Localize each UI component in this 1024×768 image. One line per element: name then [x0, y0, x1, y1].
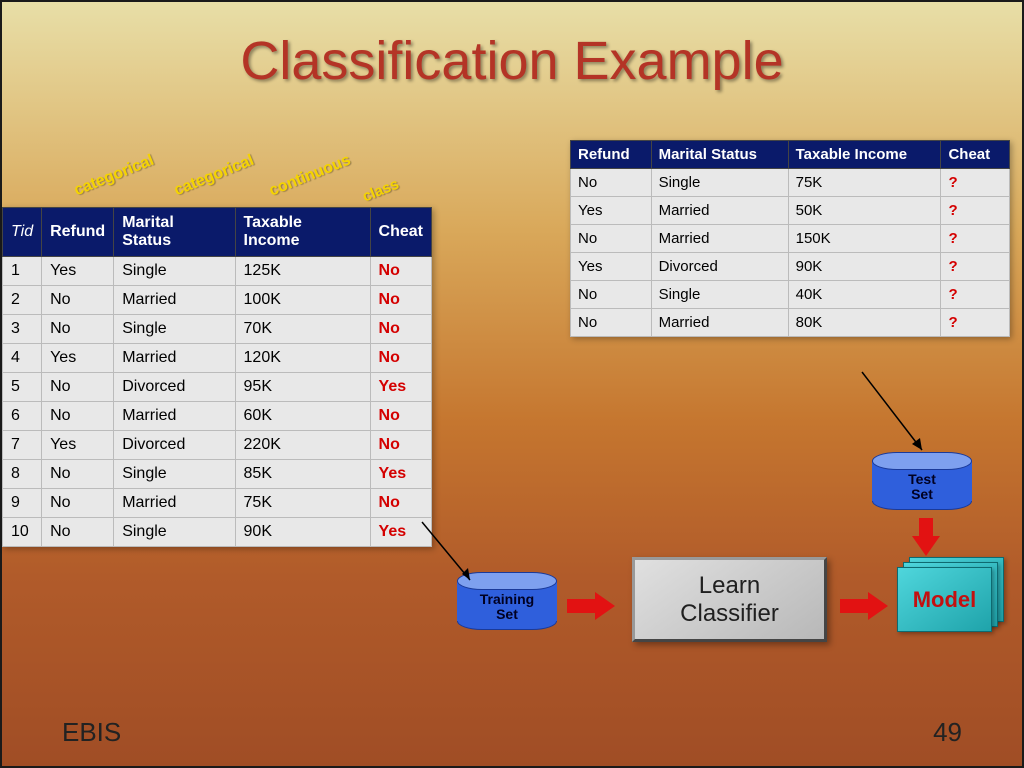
table-row: NoSingle75K?: [571, 169, 1010, 197]
table-row: 3NoSingle70KNo: [3, 315, 432, 344]
test-table: Refund Marital Status Taxable Income Che…: [570, 140, 1010, 337]
table-row: YesDivorced90K?: [571, 253, 1010, 281]
footer-left: EBIS: [62, 717, 121, 748]
table-row: NoMarried80K?: [571, 309, 1010, 337]
test-set-label: TestSet: [872, 472, 972, 503]
table-row: 4YesMarried120KNo: [3, 344, 432, 373]
learn-classifier-box: LearnClassifier: [632, 557, 827, 642]
table-row: 9NoMarried75KNo: [3, 489, 432, 518]
annotation-categorical-2: categorical: [172, 152, 257, 200]
arrow-training-to-learn: [567, 592, 615, 620]
arrow-test-to-model: [912, 518, 940, 556]
table-row: 1YesSingle125KNo: [3, 257, 432, 286]
th-marital: Marital Status: [114, 208, 235, 257]
th-cheat: Cheat: [370, 208, 431, 257]
annotation-continuous: continuous: [267, 152, 354, 201]
table-row: 8NoSingle85KYes: [3, 460, 432, 489]
th-income: Taxable Income: [788, 141, 941, 169]
th-marital: Marital Status: [651, 141, 788, 169]
table-row: NoMarried150K?: [571, 225, 1010, 253]
annotation-class: class: [360, 176, 401, 206]
table-row: YesMarried50K?: [571, 197, 1010, 225]
table-row: NoSingle40K?: [571, 281, 1010, 309]
footer-right: 49: [933, 717, 962, 748]
training-table: Tid Refund Marital Status Taxable Income…: [2, 207, 432, 547]
slide-title: Classification Example: [2, 30, 1022, 92]
th-refund: Refund: [571, 141, 652, 169]
table-row: 10NoSingle90KYes: [3, 518, 432, 547]
th-cheat: Cheat: [941, 141, 1010, 169]
th-refund: Refund: [42, 208, 114, 257]
th-tid: Tid: [3, 208, 42, 257]
table-row: 7YesDivorced220KNo: [3, 431, 432, 460]
th-income: Taxable Income: [235, 208, 370, 257]
table-row: 6NoMarried60KNo: [3, 402, 432, 431]
table-row: 2NoMarried100KNo: [3, 286, 432, 315]
table-row: 5NoDivorced95KYes: [3, 373, 432, 402]
model-label: Model: [897, 567, 992, 632]
arrow-table-to-training: [422, 522, 482, 597]
annotation-categorical-1: categorical: [72, 152, 157, 200]
arrow-learn-to-model: [840, 592, 888, 620]
arrow-table-to-test: [862, 372, 942, 467]
